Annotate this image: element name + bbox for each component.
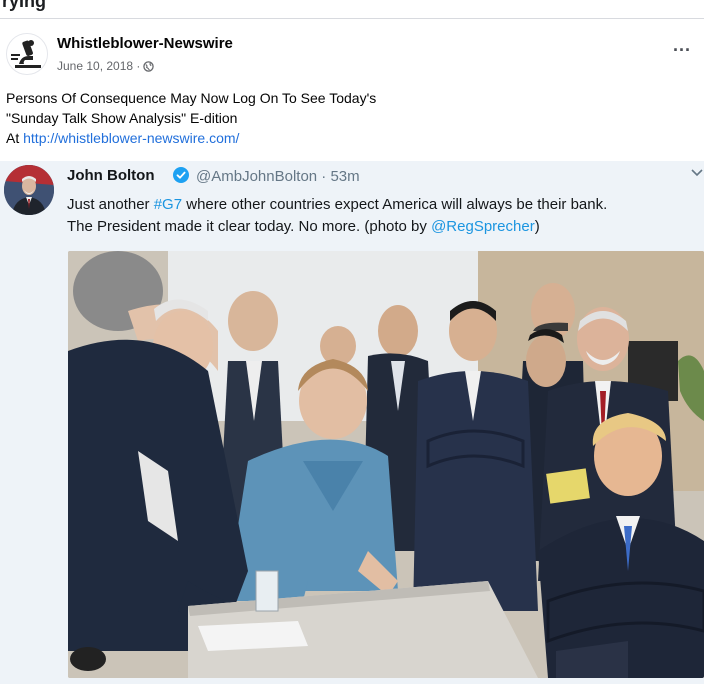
- tweet-author-name[interactable]: John Bolton: [67, 167, 154, 184]
- tweet-text-part: ): [534, 218, 540, 235]
- mention-link[interactable]: @RegSprecher: [431, 218, 535, 235]
- tweet-line: Just another #G7 where other countries e…: [67, 194, 703, 216]
- embedded-tweet[interactable]: John Bolton @AmbJohnBolton · 53m Just an…: [0, 161, 704, 684]
- tweet-text: Just another #G7 where other countries e…: [67, 194, 703, 238]
- page-name[interactable]: Whistleblower-Newswire: [57, 35, 233, 52]
- hashtag-link[interactable]: #G7: [154, 196, 182, 213]
- post-text-line: "Sunday Talk Show Analysis" E-dition: [6, 110, 238, 126]
- chevron-down-icon[interactable]: [690, 167, 704, 179]
- tweet-photo[interactable]: [68, 251, 704, 678]
- post-text-line: At http://whistleblower-newswire.com/: [6, 128, 566, 148]
- post-link-prefix: At: [6, 130, 24, 146]
- g7-summit-photo: [68, 251, 704, 678]
- post-text-line: Persons Of Consequence May Now Log On To…: [6, 90, 377, 106]
- globe-icon: [143, 60, 155, 72]
- tweet-line: The President made it clear today. No mo…: [67, 216, 703, 238]
- page-avatar[interactable]: [6, 33, 48, 75]
- post-meta: June 10, 2018 ·: [57, 59, 155, 73]
- tweet-text-part: where other countries expect America wil…: [182, 196, 608, 213]
- post-body: Persons Of Consequence May Now Log On To…: [6, 88, 566, 148]
- more-options-button[interactable]: ...: [668, 36, 696, 59]
- avatar[interactable]: [4, 165, 54, 215]
- verified-badge-icon: [173, 167, 189, 183]
- post-link[interactable]: http://whistleblower-newswire.com/: [23, 130, 239, 146]
- microscope-logo-icon: [7, 34, 47, 74]
- tweet-text-part: The President made it clear today. No mo…: [67, 218, 432, 235]
- post-date[interactable]: June 10, 2018 ·: [57, 59, 140, 73]
- tweet-text-part: Just another: [67, 196, 154, 213]
- avatar-portrait-icon: [4, 165, 54, 215]
- facebook-post: Whistleblower-Newswire June 10, 2018 · .…: [0, 19, 704, 684]
- cropped-heading-text: ryIng: [2, 0, 47, 11]
- cropped-header: ryIng: [0, 0, 704, 19]
- tweet-handle-time[interactable]: @AmbJohnBolton · 53m: [196, 168, 360, 185]
